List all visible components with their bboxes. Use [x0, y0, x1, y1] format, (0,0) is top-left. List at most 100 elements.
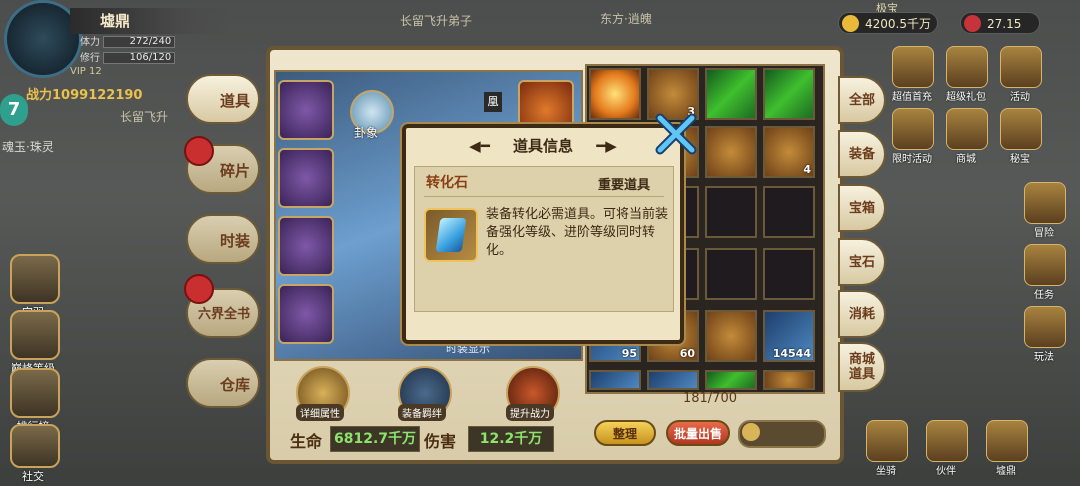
bag-item[interactable]: 14544 — [763, 310, 815, 362]
icon-partner-label: 伙伴 — [936, 466, 956, 477]
item-description: 装备转化必需道具。可将当前装备强化等级、进阶等级同时转化。 — [486, 207, 669, 258]
slider-knob[interactable] — [742, 423, 760, 441]
icon-treasure-label: 秘宝 — [1010, 154, 1030, 165]
boost-power-label: 提升战力 — [506, 404, 554, 421]
icon-limited-event[interactable]: 限时活动 — [892, 108, 937, 165]
atk-value: 12.2千万 — [468, 426, 554, 452]
event-icon — [1000, 46, 1042, 88]
tab-items[interactable]: 道具 — [186, 74, 260, 124]
equip-slot[interactable] — [278, 216, 334, 276]
power-display: 战力1099122190 — [26, 84, 142, 103]
equip-slot[interactable] — [278, 148, 334, 208]
bag-item[interactable] — [705, 126, 757, 178]
scroll-icon — [10, 368, 60, 418]
tab-fashion[interactable]: 时装 — [186, 214, 260, 264]
bag-item[interactable] — [763, 186, 815, 238]
ornament-left-icon: ◀━ — [469, 137, 490, 155]
cat-gems[interactable]: 宝石 — [838, 238, 886, 286]
cat-mall-items[interactable]: 商城道具 — [838, 342, 886, 392]
item-name: 转化石 — [426, 175, 468, 191]
gua-label: 卦象 — [354, 126, 379, 140]
icon-treasure[interactable]: 秘宝 — [1000, 108, 1045, 165]
sort-button[interactable]: 整理 — [594, 420, 656, 446]
treasure-icon — [1000, 108, 1042, 150]
bag-item[interactable]: 4 — [763, 126, 815, 178]
vip-level: VIP 12 — [70, 66, 102, 77]
icon-limited-event-label: 限时活动 — [892, 154, 932, 165]
people-icon — [10, 424, 60, 468]
cat-all[interactable]: 全部 — [838, 76, 886, 124]
bg-text-left-sub: 魂玉·珠灵 — [2, 140, 54, 154]
bag-item[interactable] — [705, 248, 757, 300]
conversion-stone-icon — [424, 208, 478, 262]
bag-capacity: 181/700 — [682, 391, 737, 406]
popup-title: ◀━ 道具信息 ━▶ — [404, 130, 682, 162]
ruby-icon — [964, 15, 981, 32]
equip-slot[interactable] — [278, 80, 334, 140]
bag-item[interactable] — [705, 186, 757, 238]
ornament-right-icon: ━▶ — [596, 137, 617, 155]
attributes-label: 详细属性 — [296, 404, 344, 421]
icon-partner[interactable]: 伙伴 — [926, 420, 971, 477]
flag-icon — [1024, 182, 1066, 224]
divider — [424, 196, 664, 197]
cauldron-icon — [986, 420, 1028, 462]
item-type: 重要道具 — [598, 178, 651, 193]
bag-item[interactable] — [705, 68, 757, 120]
popup-title-text: 道具信息 — [512, 137, 573, 155]
menu-social-label: 社交 — [22, 470, 44, 483]
power-label: 战力 — [26, 88, 53, 103]
cat-chests[interactable]: 宝箱 — [838, 184, 886, 232]
crystal-icon — [435, 218, 467, 252]
stamina-bar: 272/240 — [103, 36, 176, 48]
power-badge[interactable]: 7 — [0, 94, 28, 126]
bag-item[interactable] — [763, 68, 815, 120]
cultivation-label: 修行 — [80, 53, 100, 64]
shop-icon — [946, 108, 988, 150]
stamina-row: 体力 272/240 — [80, 36, 180, 50]
item-count: 4 — [803, 163, 811, 176]
item-count: 14544 — [772, 347, 811, 360]
icon-super-pack[interactable]: 超级礼包 — [946, 46, 991, 103]
bag-item[interactable] — [589, 370, 641, 390]
icon-shop[interactable]: 商城 — [946, 108, 991, 165]
cultivation-value: 106/120 — [129, 52, 172, 63]
hp-value: 6812.7千万 — [330, 426, 420, 452]
bag-item[interactable] — [705, 310, 757, 362]
equip-slot[interactable] — [278, 284, 334, 344]
gold-coin-icon — [842, 15, 859, 32]
gem-resource[interactable]: 27.15 — [960, 12, 1040, 34]
bag-item[interactable] — [647, 370, 699, 390]
tab-warehouse[interactable]: 仓库 — [186, 358, 260, 408]
icon-xuding[interactable]: 墟鼎 — [986, 420, 1031, 477]
bg-text-top-1: 长留飞升弟子 — [400, 14, 473, 28]
bag-item[interactable] — [763, 248, 815, 300]
cat-consumables[interactable]: 消耗 — [838, 290, 886, 338]
notification-dot — [184, 136, 214, 166]
batch-sell-button[interactable]: 批量出售 — [666, 420, 730, 446]
horse-icon — [866, 420, 908, 462]
menu-peak-level[interactable]: 巅峰等级 — [10, 310, 63, 376]
bag-item[interactable] — [763, 370, 815, 390]
bag-item[interactable] — [589, 68, 641, 120]
cat-equipment[interactable]: 装备 — [838, 130, 886, 178]
menu-social[interactable]: 社交 — [10, 424, 63, 484]
player-name: 墟鼎 — [70, 8, 230, 34]
stamina-label: 体力 — [80, 37, 100, 48]
cultivation-row: 修行 106/120 — [80, 52, 180, 66]
icon-quests[interactable]: 任务 — [1024, 244, 1069, 301]
notification-dot — [184, 274, 214, 304]
icon-gameplay[interactable]: 玩法 — [1024, 306, 1069, 363]
gift-icon — [892, 46, 934, 88]
icon-first-recharge[interactable]: 超值首充 — [892, 46, 937, 103]
icon-adventure[interactable]: 冒险 — [1024, 182, 1069, 239]
close-icon[interactable] — [654, 112, 698, 156]
item-count: 60 — [679, 347, 695, 360]
gold-resource[interactable]: 4200.5千万 — [838, 12, 938, 34]
phoenix-label: 凰 — [484, 92, 502, 112]
icon-events[interactable]: 活动 — [1000, 46, 1045, 103]
icon-mount[interactable]: 坐骑 — [866, 420, 911, 477]
bg-text-left-place: 长留飞升 — [120, 110, 169, 124]
slider-track[interactable] — [738, 420, 826, 448]
bag-item[interactable] — [705, 370, 757, 390]
